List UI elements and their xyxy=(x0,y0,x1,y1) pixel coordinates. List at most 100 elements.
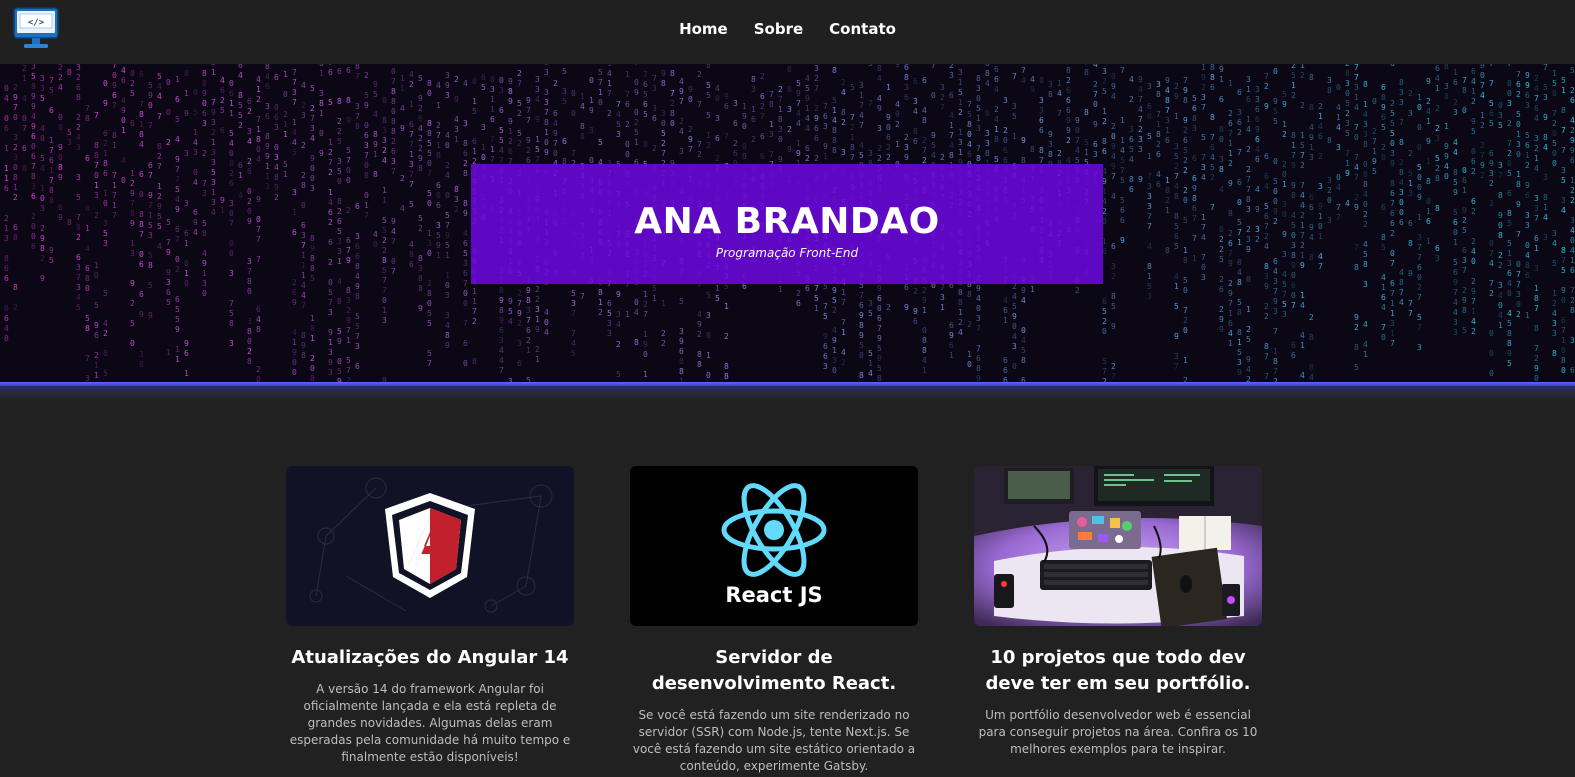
svg-text:4: 4 xyxy=(697,310,702,319)
svg-text:9: 9 xyxy=(319,149,324,158)
card-title[interactable]: Atualizações do Angular 14 xyxy=(286,645,574,671)
svg-text:0: 0 xyxy=(427,249,432,258)
svg-text:4: 4 xyxy=(454,115,459,124)
svg-text:5: 5 xyxy=(130,89,135,98)
nav-link-sobre[interactable]: Sobre xyxy=(754,20,803,38)
nav-link-home[interactable]: Home xyxy=(679,20,728,38)
svg-text:3: 3 xyxy=(211,198,216,207)
svg-text:9: 9 xyxy=(778,155,783,164)
svg-text:7: 7 xyxy=(427,169,432,178)
svg-text:3: 3 xyxy=(958,138,963,147)
svg-text:9: 9 xyxy=(1273,207,1278,216)
svg-text:0: 0 xyxy=(571,109,576,118)
svg-text:7: 7 xyxy=(1543,64,1548,72)
svg-text:3: 3 xyxy=(1165,116,1170,125)
svg-text:2: 2 xyxy=(418,134,423,143)
svg-text:0: 0 xyxy=(1489,349,1494,358)
svg-text:6: 6 xyxy=(1102,147,1107,156)
svg-text:4: 4 xyxy=(1093,64,1098,69)
svg-text:6: 6 xyxy=(1192,154,1197,163)
svg-text:1: 1 xyxy=(1390,329,1395,338)
svg-text:6: 6 xyxy=(1237,118,1242,127)
svg-text:2: 2 xyxy=(58,64,63,72)
svg-text:3: 3 xyxy=(1453,318,1458,327)
svg-text:1: 1 xyxy=(4,174,9,183)
svg-text:1: 1 xyxy=(184,239,189,248)
svg-text:9: 9 xyxy=(1291,161,1296,170)
svg-text:0: 0 xyxy=(1381,93,1386,102)
svg-text:7: 7 xyxy=(850,113,855,122)
svg-text:2: 2 xyxy=(1534,144,1539,153)
svg-text:1: 1 xyxy=(1219,75,1224,84)
svg-text:5: 5 xyxy=(346,356,351,365)
svg-text:5: 5 xyxy=(1453,258,1458,267)
svg-text:1: 1 xyxy=(778,285,783,294)
svg-text:8: 8 xyxy=(634,338,639,347)
svg-text:0: 0 xyxy=(4,304,9,313)
svg-text:5: 5 xyxy=(1453,208,1458,217)
developer-desk-image[interactable] xyxy=(974,466,1262,626)
svg-text:1: 1 xyxy=(49,166,54,175)
svg-text:7: 7 xyxy=(13,103,18,112)
svg-text:6: 6 xyxy=(175,225,180,234)
svg-text:0: 0 xyxy=(112,71,117,80)
svg-text:4: 4 xyxy=(292,138,297,147)
svg-text:5: 5 xyxy=(1300,141,1305,150)
angular-logo-image[interactable] xyxy=(286,466,574,626)
svg-text:3: 3 xyxy=(445,311,450,320)
svg-text:9: 9 xyxy=(1255,125,1260,134)
svg-text:0: 0 xyxy=(1516,300,1521,309)
svg-text:9: 9 xyxy=(1471,287,1476,296)
svg-text:4: 4 xyxy=(1156,170,1161,179)
svg-text:1: 1 xyxy=(490,145,495,154)
card-title[interactable]: Servidor de desenvolvimento React. xyxy=(630,645,918,697)
svg-text:9: 9 xyxy=(904,153,909,162)
svg-text:1: 1 xyxy=(265,162,270,171)
svg-text:4: 4 xyxy=(841,348,846,357)
svg-text:2: 2 xyxy=(877,154,882,163)
svg-text:0: 0 xyxy=(1246,275,1251,284)
svg-text:3: 3 xyxy=(211,178,216,187)
svg-text:2: 2 xyxy=(1066,76,1071,85)
svg-text:4: 4 xyxy=(292,328,297,337)
svg-text:3: 3 xyxy=(733,99,738,108)
svg-text:7: 7 xyxy=(841,318,846,327)
svg-text:5: 5 xyxy=(1129,145,1134,154)
react-logo-image[interactable]: React JS xyxy=(630,466,918,626)
svg-text:8: 8 xyxy=(1174,192,1179,201)
svg-text:9: 9 xyxy=(1273,97,1278,106)
svg-text:2: 2 xyxy=(1462,286,1467,295)
svg-text:9: 9 xyxy=(1561,286,1566,295)
nav-link-contato[interactable]: Contato xyxy=(829,20,896,38)
svg-text:6: 6 xyxy=(967,150,972,159)
svg-text:1: 1 xyxy=(445,251,450,260)
svg-text:4: 4 xyxy=(76,133,81,142)
svg-text:6: 6 xyxy=(1003,356,1008,365)
svg-text:5: 5 xyxy=(175,185,180,194)
svg-text:2: 2 xyxy=(301,101,306,110)
svg-text:6: 6 xyxy=(490,115,495,124)
svg-text:4: 4 xyxy=(1336,123,1341,132)
svg-text:5: 5 xyxy=(211,64,216,67)
svg-text:3: 3 xyxy=(391,157,396,166)
svg-text:5: 5 xyxy=(616,370,621,379)
svg-text:8: 8 xyxy=(1507,329,1512,338)
svg-text:3: 3 xyxy=(292,88,297,97)
svg-text:1: 1 xyxy=(1498,321,1503,330)
svg-text:9: 9 xyxy=(1138,75,1143,84)
svg-text:8: 8 xyxy=(346,286,351,295)
svg-text:6: 6 xyxy=(1489,109,1494,118)
svg-text:2: 2 xyxy=(1291,91,1296,100)
card-title[interactable]: 10 projetos que todo dev deve ter em seu… xyxy=(974,645,1262,697)
svg-text:7: 7 xyxy=(292,78,297,87)
svg-text:6: 6 xyxy=(913,77,918,86)
svg-text:1: 1 xyxy=(625,310,630,319)
svg-text:5: 5 xyxy=(1561,76,1566,85)
svg-text:6: 6 xyxy=(31,192,36,201)
svg-text:1: 1 xyxy=(1237,338,1242,347)
svg-text:3: 3 xyxy=(1246,75,1251,84)
svg-text:7: 7 xyxy=(1561,326,1566,335)
svg-text:0: 0 xyxy=(490,75,495,84)
svg-text:0: 0 xyxy=(103,199,108,208)
svg-text:2: 2 xyxy=(427,279,432,288)
